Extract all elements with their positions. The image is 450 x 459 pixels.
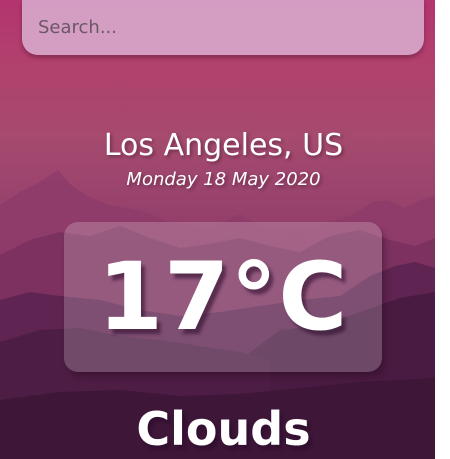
search-input[interactable] bbox=[22, 0, 424, 55]
location-title: Los Angeles, US bbox=[103, 128, 344, 163]
date-label: Monday 18 May 2020 bbox=[126, 169, 321, 190]
search-box[interactable] bbox=[22, 0, 424, 55]
weather-condition: Clouds bbox=[136, 402, 311, 456]
temperature-value: 17°C bbox=[97, 242, 349, 352]
temperature-card: 17°C bbox=[64, 222, 382, 372]
page-right-gutter bbox=[435, 0, 450, 459]
weather-app: Los Angeles, US Monday 18 May 2020 17°C … bbox=[0, 0, 435, 459]
